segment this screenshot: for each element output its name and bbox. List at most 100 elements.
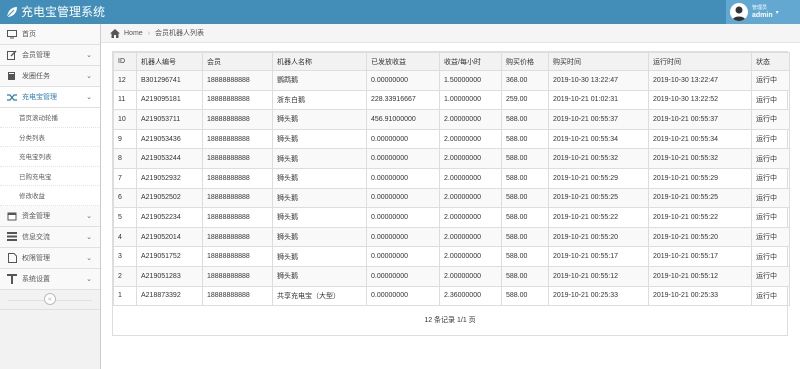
table-cell: 狮头鹅	[272, 148, 367, 169]
table-cell: 2.00000000	[439, 187, 502, 209]
table-cell: 588.00	[501, 265, 549, 287]
table-cell: 2019-10-30 13:22:52	[648, 89, 752, 111]
table-cell: 6	[113, 187, 137, 209]
table-cell: 18888888888	[202, 246, 273, 267]
column-header: 收益/每小时	[439, 52, 502, 71]
table-row: 2 A219051283 18888888888 狮头鹅 0.00000000 2.000…	[113, 265, 790, 287]
user-name: admin	[752, 12, 773, 19]
table-cell: 588.00	[501, 109, 549, 130]
table-cell: 2.00000000	[439, 128, 502, 150]
brand[interactable]: 充电宝管理系统	[6, 4, 105, 20]
user-menu[interactable]: 管理员 admin ▾	[726, 0, 800, 24]
table-cell: 3	[113, 246, 137, 267]
table-cell: A219052234	[136, 207, 203, 228]
table-cell: 368.00	[501, 70, 549, 91]
table-cell: 2.00000000	[439, 226, 502, 248]
table-cell: 运行中	[751, 148, 790, 169]
sub-item-purchased[interactable]: 已购充电宝	[0, 166, 100, 186]
column-header: 购买时间	[548, 52, 649, 71]
sidebar-item-funds[interactable]: 资金管理 ⌄	[0, 205, 100, 227]
sidebar-item-label: 充电宝管理	[22, 94, 57, 101]
column-header: 运行时间	[648, 52, 752, 71]
table-cell: 588.00	[501, 128, 549, 150]
table-cell: 狮头鹅	[272, 109, 367, 130]
table-cell: 运行中	[751, 167, 790, 189]
table-cell: A218873392	[136, 285, 203, 307]
table-cell: 18888888888	[202, 128, 273, 150]
table-cell: 2.00000000	[439, 148, 502, 169]
table-cell: 0.00000000	[366, 70, 440, 91]
table-cell: A219052502	[136, 187, 203, 209]
table-row: 3 A219051752 18888888888 狮头鹅 0.00000000 2.000…	[113, 246, 790, 267]
table-cell: 0.00000000	[366, 265, 440, 287]
breadcrumb-home-link[interactable]: Home	[124, 30, 143, 37]
table-cell: 狮头鹅	[272, 167, 367, 189]
table-row: 8 A219053244 18888888888 狮头鹅 0.00000000 2.000…	[113, 148, 790, 169]
sub-item-powerbank-list[interactable]: 充电宝列表	[0, 147, 100, 167]
chevron-down-icon: ⌄	[86, 275, 92, 283]
sub-item-carousel[interactable]: 首页滚动轮播	[0, 108, 100, 128]
chevron-down-icon: ⌄	[86, 94, 92, 101]
table-cell: 2019-10-21 00:55:37	[648, 109, 752, 130]
sub-item-label: 分类列表	[19, 134, 45, 142]
table-cell: 2	[113, 265, 137, 287]
sub-item-categories[interactable]: 分类列表	[0, 127, 100, 147]
table-cell: 2019-10-21 00:55:20	[548, 226, 649, 248]
table-cell: 运行中	[751, 207, 790, 228]
table-cell: 2.00000000	[439, 207, 502, 228]
table-row: 10 A219053711 18888888888 狮头鹅 456.91000000 2.…	[113, 109, 790, 130]
table-cell: 2.00000000	[439, 265, 502, 287]
table-cell: 狮头鹅	[272, 128, 367, 150]
breadcrumb: Home › 会员机器人列表	[101, 24, 800, 43]
table-row: 9 A219053436 18888888888 狮头鹅 0.00000000 2.000…	[113, 128, 790, 150]
column-header: 会员	[202, 52, 273, 71]
pagination-summary: 12 条记录 1/1 页	[424, 317, 476, 324]
sidebar-item-members[interactable]: 会员管理 ⌄	[0, 45, 100, 66]
double-chevron-left-icon[interactable]: «	[44, 293, 56, 305]
table-cell: 运行中	[751, 109, 790, 130]
table-cell: 588.00	[501, 167, 549, 189]
table-cell: 浙东白鹅	[272, 89, 367, 111]
sidebar-item-messages[interactable]: 信息交流 ⌄	[0, 226, 100, 248]
table-cell: 0.00000000	[366, 128, 440, 150]
sub-item-label: 首页滚动轮播	[19, 115, 58, 123]
table-cell: 10	[113, 109, 137, 130]
sub-item-label: 已购充电宝	[19, 173, 52, 181]
sidebar-item-permissions[interactable]: 权限管理 ⌄	[0, 247, 100, 269]
sidebar-item-powerbank[interactable]: 充电宝管理 ⌄	[0, 87, 100, 108]
table-row: 11 A219095181 18888888888 浙东白鹅 228.33916667 1…	[113, 89, 790, 111]
table-header-row: ID 机器人编号 会员 机器人名称 已发放收益 收益/每小时 购买价格 购买时间…	[113, 52, 790, 71]
table-cell: 9	[113, 128, 137, 150]
table-cell: 18888888888	[202, 226, 273, 248]
table-cell: 运行中	[751, 70, 790, 91]
table-cell: 2019-10-21 00:55:32	[548, 148, 649, 169]
table-cell: 狮头鹅	[272, 246, 367, 267]
table-cell: 运行中	[751, 265, 790, 287]
table-cell: 588.00	[501, 207, 549, 228]
table-cell: A219052014	[136, 226, 203, 248]
sidebar-item-settings[interactable]: 系统设置 ⌄	[0, 268, 100, 290]
sidebar-item-label: 信息交流	[22, 233, 50, 241]
sub-item-label: 修改收益	[19, 193, 45, 201]
sub-item-edit-earnings[interactable]: 修改收益	[0, 186, 100, 206]
table-cell: 2019-10-21 00:55:37	[548, 109, 649, 130]
table-cell: 2019-10-21 00:55:34	[648, 128, 752, 150]
chevron-down-icon: ⌄	[86, 254, 92, 262]
table-cell: 228.33916667	[366, 89, 440, 111]
table-cell: 0.00000000	[366, 207, 440, 228]
table-cell: 0.00000000	[366, 148, 440, 169]
sidebar-item-label: 系统设置	[22, 275, 50, 283]
file-icon	[6, 252, 18, 263]
table-cell: 2019-10-21 01:02:31	[548, 89, 649, 111]
table-cell: A219053711	[136, 109, 203, 130]
table-cell: 运行中	[751, 89, 790, 111]
sidebar-item-home[interactable]: 首页	[0, 24, 100, 45]
user-role: 管理员	[752, 5, 768, 11]
sidebar-item-tasks[interactable]: 发圈任务 ⌄	[0, 66, 100, 87]
chevron-down-icon: ⌄	[86, 233, 92, 241]
table-cell: 11	[113, 89, 137, 111]
table-cell: 2.00000000	[439, 167, 502, 189]
table-cell: 运行中	[751, 285, 790, 307]
table-cell: 狮头鹅	[272, 207, 367, 228]
table-cell: 2019-10-21 00:55:32	[648, 148, 752, 169]
